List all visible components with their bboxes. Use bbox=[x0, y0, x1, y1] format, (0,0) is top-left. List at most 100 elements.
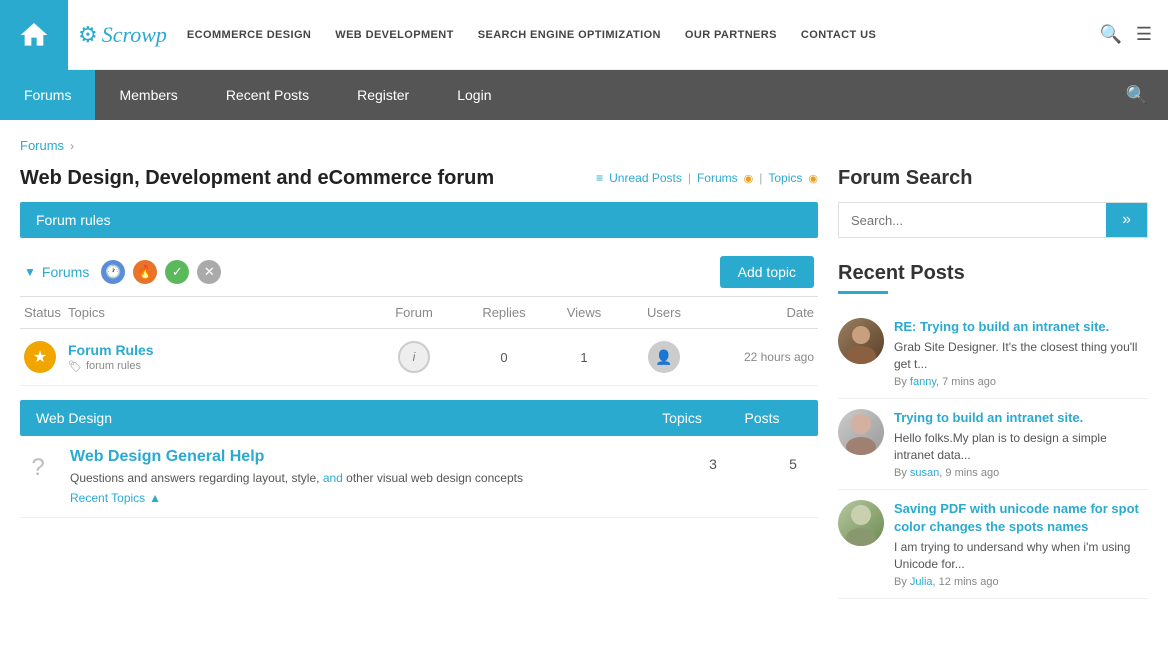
breadcrumb-separator: › bbox=[70, 139, 74, 153]
topic-forum-cell: i bbox=[364, 341, 464, 373]
breadcrumb: Forums › bbox=[20, 130, 1148, 161]
recent-post-content-3: Saving PDF with unicode name for spot co… bbox=[894, 500, 1148, 588]
recent-posts-title: Recent Posts bbox=[838, 262, 1148, 285]
recent-post-meta-3: By Julia, 12 mins ago bbox=[894, 576, 1148, 588]
category-title-link[interactable]: Web Design General Help bbox=[70, 448, 674, 466]
forums-link[interactable]: Forums bbox=[697, 171, 738, 185]
rss-icon-2: ◉ bbox=[808, 172, 818, 185]
logo-text-area: ⚙ Scrowp bbox=[68, 22, 177, 48]
nav-our-partners[interactable]: OUR PARTNERS bbox=[685, 29, 777, 41]
category-icon: ? bbox=[20, 450, 56, 486]
recent-post-title-1[interactable]: RE: Trying to build an intranet site. bbox=[894, 318, 1148, 336]
search-submit-button[interactable]: » bbox=[1106, 203, 1147, 237]
left-column: Web Design, Development and eCommerce fo… bbox=[20, 167, 818, 518]
category-desc: Questions and answers regarding layout, … bbox=[70, 470, 674, 487]
topic-status-icon: ★ bbox=[24, 341, 56, 373]
nav-ecommerce-design[interactable]: ECOMMERCE DESIGN bbox=[187, 29, 311, 41]
topics-link[interactable]: Topics bbox=[768, 171, 802, 185]
logo-icon-wrap bbox=[0, 0, 68, 70]
tab-register[interactable]: Register bbox=[333, 70, 433, 120]
recent-post-title-3[interactable]: Saving PDF with unicode name for spot co… bbox=[894, 500, 1148, 536]
recent-topics-label: Recent Topics bbox=[70, 491, 145, 505]
recent-post-meta-2: By susan, 9 mins ago bbox=[894, 467, 1148, 479]
category-recent-topics[interactable]: Recent Topics ▲ bbox=[70, 491, 674, 505]
top-nav: ⚙ Scrowp ECOMMERCE DESIGN WEB DEVELOPMEN… bbox=[0, 0, 1168, 70]
tab-login[interactable]: Login bbox=[433, 70, 515, 120]
recent-post-time-1: 7 mins ago bbox=[942, 376, 996, 388]
forum-avatar: i bbox=[398, 341, 430, 373]
tab-forums[interactable]: Forums bbox=[0, 70, 95, 120]
page-title: Web Design, Development and eCommerce fo… bbox=[20, 167, 596, 190]
col-status: Status bbox=[24, 305, 68, 320]
nav-seo[interactable]: SEARCH ENGINE OPTIMIZATION bbox=[478, 29, 661, 41]
check-icon[interactable]: ✓ bbox=[165, 260, 189, 284]
topic-replies: 0 bbox=[464, 350, 544, 365]
logo-area: ⚙ Scrowp bbox=[0, 0, 177, 70]
topic-title-cell: Forum Rules 🏷 forum rules bbox=[68, 342, 364, 373]
meta-sep-1: | bbox=[688, 171, 691, 185]
recent-post-title-2[interactable]: Trying to build an intranet site. bbox=[894, 409, 1148, 427]
col-date: Date bbox=[704, 305, 814, 320]
topic-title-link[interactable]: Forum Rules bbox=[68, 342, 364, 358]
two-col-layout: Web Design, Development and eCommerce fo… bbox=[20, 167, 1148, 599]
tab-members[interactable]: Members bbox=[95, 70, 201, 120]
recent-post-item-3: Saving PDF with unicode name for spot co… bbox=[838, 490, 1148, 599]
recent-post-avatar-1 bbox=[838, 318, 884, 364]
tab-recent-posts[interactable]: Recent Posts bbox=[202, 70, 333, 120]
logo-text: Scrowp bbox=[102, 22, 167, 48]
nav-icons-area: 🔍 ☰ bbox=[1099, 24, 1168, 45]
rss-icon-1: ◉ bbox=[744, 172, 754, 185]
recent-post-avatar-3 bbox=[838, 500, 884, 546]
recent-post-content-1: RE: Trying to build an intranet site. Gr… bbox=[894, 318, 1148, 388]
recent-post-content-2: Trying to build an intranet site. Hello … bbox=[894, 409, 1148, 479]
flame-icon[interactable]: 🔥 bbox=[133, 260, 157, 284]
recent-post-author-2[interactable]: susan bbox=[910, 467, 939, 479]
category-nums: 3 5 bbox=[688, 456, 818, 472]
main-content: Forums › Web Design, Development and eCo… bbox=[0, 120, 1168, 609]
recent-post-author-1[interactable]: fanny bbox=[910, 376, 936, 388]
forums-subbar: ▼ Forums 🕐 🔥 ✓ ✕ Add topic bbox=[20, 248, 818, 297]
right-column: Forum Search » Recent Posts RE: Trying t… bbox=[838, 167, 1148, 599]
recent-post-item: RE: Trying to build an intranet site. Gr… bbox=[838, 308, 1148, 399]
forum-search-title: Forum Search bbox=[838, 167, 1148, 190]
forum-rules-label: Forum rules bbox=[36, 212, 111, 228]
recent-post-time-3: 12 mins ago bbox=[939, 576, 999, 588]
col-forum: Forum bbox=[364, 305, 464, 320]
recent-post-meta-1: By fanny, 7 mins ago bbox=[894, 376, 1148, 388]
category-row: ? Web Design General Help Questions and … bbox=[20, 436, 818, 518]
section-topics-col: Topics bbox=[642, 410, 722, 426]
clock-icon[interactable]: 🕐 bbox=[101, 260, 125, 284]
forum-nav-search-button[interactable]: 🔍 bbox=[1106, 85, 1168, 106]
x-icon[interactable]: ✕ bbox=[197, 260, 221, 284]
home-icon bbox=[18, 19, 50, 51]
recent-post-excerpt-3: I am trying to undersand why when i'm us… bbox=[894, 539, 1148, 573]
recent-post-time-2: 9 mins ago bbox=[945, 467, 999, 479]
section-posts-col: Posts bbox=[722, 410, 802, 426]
meta-sep-2: | bbox=[759, 171, 762, 185]
forum-nav: Forums Members Recent Posts Register Log… bbox=[0, 70, 1168, 120]
col-topics: Topics bbox=[68, 305, 364, 320]
recent-post-author-3[interactable]: Julia bbox=[910, 576, 933, 588]
forums-subbar-label: Forums bbox=[42, 264, 89, 280]
breadcrumb-forums-link[interactable]: Forums bbox=[20, 138, 64, 153]
col-users: Users bbox=[624, 305, 704, 320]
nav-contact-us[interactable]: CONTACT US bbox=[801, 29, 876, 41]
table-header: Status Topics Forum Replies Views Users … bbox=[20, 297, 818, 329]
recent-post-avatar-2 bbox=[838, 409, 884, 455]
col-views: Views bbox=[544, 305, 624, 320]
recent-post-excerpt-2: Hello folks.My plan is to design a simpl… bbox=[894, 430, 1148, 464]
top-search-button[interactable]: 🔍 bbox=[1099, 24, 1121, 45]
page-header: Web Design, Development and eCommerce fo… bbox=[20, 167, 818, 190]
unread-posts-link[interactable]: Unread Posts bbox=[609, 171, 682, 185]
topic-views: 1 bbox=[544, 350, 624, 365]
recent-post-excerpt-1: Grab Site Designer. It's the closest thi… bbox=[894, 339, 1148, 373]
tag-icon: 🏷 bbox=[68, 360, 82, 373]
search-input[interactable] bbox=[839, 203, 1106, 237]
nav-web-development[interactable]: WEB DEVELOPMENT bbox=[335, 29, 453, 41]
top-menu-button[interactable]: ☰ bbox=[1136, 24, 1152, 45]
add-topic-button[interactable]: Add topic bbox=[720, 256, 814, 288]
and-link[interactable]: and bbox=[323, 471, 343, 485]
category-topics-num: 3 bbox=[698, 456, 728, 472]
avatar-image-2 bbox=[838, 409, 884, 455]
forums-collapse[interactable]: ▼ Forums bbox=[24, 264, 89, 280]
